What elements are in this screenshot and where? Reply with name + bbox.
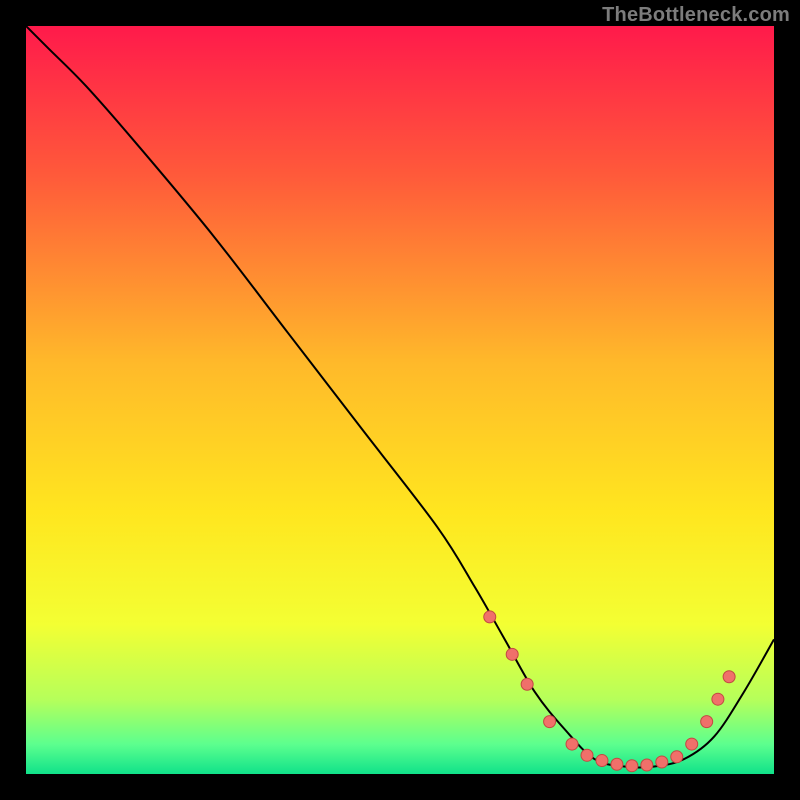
- marker-dot: [626, 760, 638, 772]
- marker-dot: [641, 759, 653, 771]
- marker-dot: [686, 738, 698, 750]
- marker-dot: [521, 678, 533, 690]
- marker-dot: [566, 738, 578, 750]
- marker-dot: [544, 716, 556, 728]
- attribution-label: TheBottleneck.com: [602, 4, 790, 27]
- marker-dot: [506, 648, 518, 660]
- gradient-background: [26, 26, 774, 774]
- marker-dot: [671, 751, 683, 763]
- marker-dot: [581, 749, 593, 761]
- marker-dot: [484, 611, 496, 623]
- chart-frame: TheBottleneck.com: [0, 0, 800, 800]
- chart-svg: [26, 26, 774, 774]
- plot-area: [26, 26, 774, 774]
- marker-dot: [611, 758, 623, 770]
- marker-dot: [596, 755, 608, 767]
- marker-dot: [723, 671, 735, 683]
- marker-dot: [656, 756, 668, 768]
- marker-dot: [712, 693, 724, 705]
- marker-dot: [701, 716, 713, 728]
